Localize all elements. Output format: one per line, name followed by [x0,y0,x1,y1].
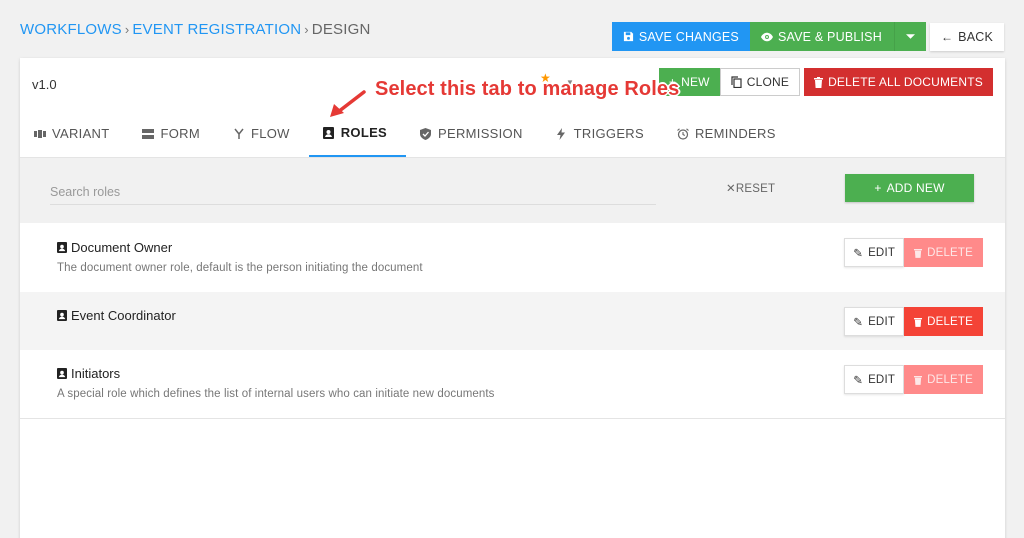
edit-label: EDIT [868,373,896,386]
tab-form[interactable]: FORM [128,110,218,157]
alarm-clock-icon [677,127,689,140]
role-name: Initiators [57,366,120,381]
role-row-initiators: Initiators A special role which defines … [20,350,1005,419]
back-label: BACK [958,29,993,44]
role-name-text: Document Owner [71,240,173,255]
role-actions: ✎ EDIT DELETE [844,238,983,267]
delete-label: DELETE [927,373,973,386]
flow-icon [233,128,245,140]
copy-icon [731,76,742,88]
role-badge-icon [322,126,335,139]
reset-button[interactable]: ✕RESET [726,181,775,195]
tab-label: ROLES [340,125,388,140]
trash-icon [914,375,923,385]
workflow-design-panel: v1.0 ★ ▼ + NEW CLONE DELETE ALL DOCUMENT… [20,58,1005,538]
role-description: The document owner role, default is the … [57,262,423,274]
save-changes-button[interactable]: SAVE CHANGES [611,22,750,51]
role-badge-icon [57,368,67,379]
tab-label: REMINDERS [694,126,776,141]
trash-icon [814,76,824,88]
shield-check-icon [420,127,432,140]
arrow-left-icon: ← [940,29,954,44]
role-name: Document Owner [57,240,172,255]
delete-role-button[interactable]: DELETE [904,307,983,336]
clone-label: CLONE [746,75,790,89]
pencil-icon: ✎ [853,316,864,329]
edit-role-button[interactable]: ✎ EDIT [844,307,905,336]
version-label: v1.0 [32,77,57,92]
role-description: A special role which defines the list of… [57,388,495,400]
tab-reminders[interactable]: REMINDERS [663,110,795,157]
plus-icon: + [874,181,882,195]
publish-options-dropdown[interactable] [893,22,926,51]
trash-icon [914,317,923,327]
add-new-label: ADD NEW [886,181,945,195]
edit-role-button[interactable]: ✎ EDIT [844,238,905,267]
save-publish-label: SAVE & PUBLISH [777,29,882,44]
reset-label: RESET [735,183,776,195]
lightning-icon [556,127,568,140]
breadcrumb-current: DESIGN [311,21,371,38]
role-row-event-coordinator: Event Coordinator ✎ EDIT DELETE [20,292,1005,350]
document-actions: + NEW CLONE DELETE ALL DOCUMENTS [658,68,993,96]
variant-icon [34,128,46,140]
role-badge-icon [57,310,67,321]
clone-button[interactable]: CLONE [719,68,801,96]
add-new-role-button[interactable]: + ADD NEW [845,174,974,202]
search-roles-input[interactable] [50,179,656,205]
roles-filter-bar: ✕RESET + ADD NEW [20,158,1005,223]
tab-label: FORM [160,126,200,141]
tab-triggers[interactable]: TRIGGERS [542,110,663,157]
new-label: NEW [681,75,710,89]
tab-flow[interactable]: FLOW [219,110,309,157]
role-name-text: Initiators [71,366,121,381]
tab-permission[interactable]: PERMISSION [406,110,542,157]
chevron-right-icon: › [304,22,309,37]
tab-label: TRIGGERS [573,126,644,141]
roles-tab-annotation: Select this tab to manage Roles [375,78,680,100]
delete-all-label: DELETE ALL DOCUMENTS [828,75,983,89]
delete-label: DELETE [927,315,973,328]
role-name: Event Coordinator [57,308,176,323]
save-publish-button[interactable]: SAVE & PUBLISH [749,22,894,51]
pencil-icon: ✎ [853,247,864,260]
chevron-right-icon: › [124,22,130,37]
back-button[interactable]: ← BACK [929,22,1004,51]
edit-label: EDIT [868,246,896,259]
tab-label: PERMISSION [438,126,523,141]
delete-label: DELETE [927,246,973,259]
eye-icon [760,32,773,41]
save-changes-label: SAVE CHANGES [638,29,739,44]
design-tabs: VARIANT FORM FLOW ROLES PERMISSION TRIGG… [20,110,1005,158]
form-icon [142,128,155,140]
delete-role-button[interactable]: DELETE [904,238,983,267]
tab-label: VARIANT [52,126,110,141]
breadcrumb: WORKFLOWS › EVENT REGISTRATION › DESIGN [20,21,371,38]
pencil-icon: ✎ [853,374,864,387]
tab-label: FLOW [250,126,290,141]
delete-all-documents-button[interactable]: DELETE ALL DOCUMENTS [804,68,993,96]
role-row-document-owner: Document Owner The document owner role, … [20,223,1005,292]
breadcrumb-workflows[interactable]: WORKFLOWS [20,21,122,38]
top-actions: SAVE CHANGES SAVE & PUBLISH ← BACK [611,22,1004,51]
trash-icon [914,248,923,258]
caret-down-icon [905,34,915,39]
breadcrumb-event-registration[interactable]: EVENT REGISTRATION [132,21,301,38]
tab-variant[interactable]: VARIANT [20,110,128,157]
delete-role-button[interactable]: DELETE [904,365,983,394]
role-actions: ✎ EDIT DELETE [844,307,983,336]
role-badge-icon [57,242,67,253]
edit-label: EDIT [868,315,896,328]
close-icon: ✕ [726,183,736,195]
role-name-text: Event Coordinator [71,308,176,323]
tab-roles[interactable]: ROLES [308,110,407,157]
edit-role-button[interactable]: ✎ EDIT [844,365,905,394]
role-actions: ✎ EDIT DELETE [844,365,983,394]
floppy-disk-icon [623,31,633,42]
